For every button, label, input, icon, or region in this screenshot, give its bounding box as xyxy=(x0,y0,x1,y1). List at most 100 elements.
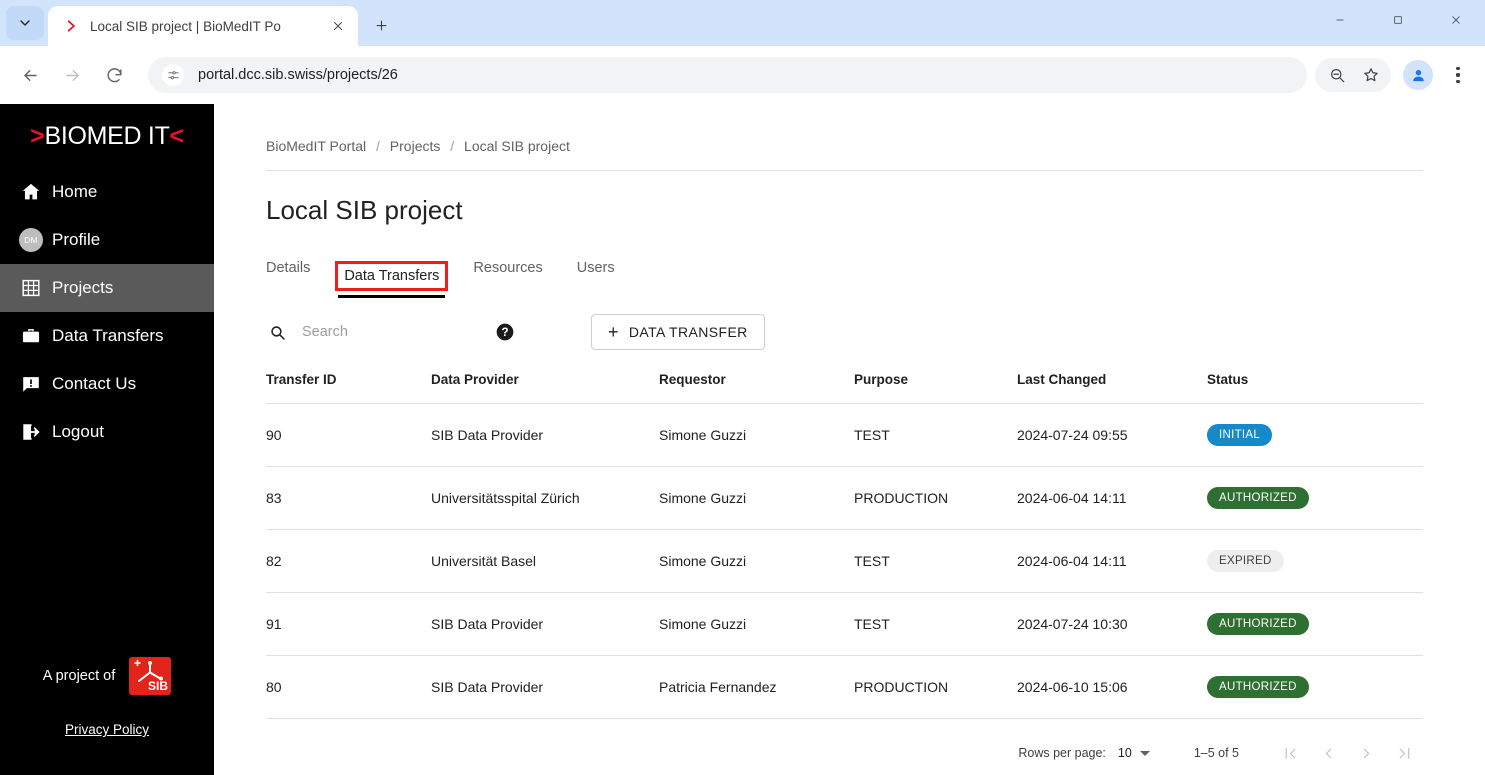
table-row[interactable]: 82 Universität Basel Simone Guzzi TEST 2… xyxy=(266,529,1423,593)
tab-data-transfers[interactable]: Data Transfers xyxy=(335,261,449,298)
breadcrumb-separator: / xyxy=(450,138,455,154)
logo-left-chevron: > xyxy=(30,121,45,150)
add-data-transfer-button[interactable]: + DATA TRANSFER xyxy=(591,314,765,350)
home-icon xyxy=(10,181,52,203)
first-page-button[interactable] xyxy=(1271,736,1309,770)
previous-page-button[interactable] xyxy=(1309,736,1347,770)
status-badge: AUTHORIZED xyxy=(1207,613,1309,635)
project-of-label: A project of xyxy=(42,668,116,684)
sidebar-label-contact-transfers: Data Transfers xyxy=(52,326,164,345)
cell-last-changed: 2024-06-04 14:11 xyxy=(1017,529,1207,593)
column-header-data-provider[interactable]: Data Provider xyxy=(431,366,659,404)
arrow-left-icon xyxy=(23,69,37,81)
maximize-button[interactable] xyxy=(1369,0,1427,40)
column-header-purpose[interactable]: Purpose xyxy=(854,366,1017,404)
table-header-row: Transfer ID Data Provider Requestor Purp… xyxy=(266,366,1423,404)
breadcrumb: BioMedIT Portal / Projects / Local SIB p… xyxy=(266,138,1423,171)
cell-requestor: Simone Guzzi xyxy=(659,592,854,656)
sidebar-item-projects[interactable]: Projects xyxy=(0,264,214,312)
tab-search-button[interactable] xyxy=(6,6,44,40)
person-icon xyxy=(1412,69,1424,81)
table-row[interactable]: 90 SIB Data Provider Simone Guzzi TEST 2… xyxy=(266,403,1423,467)
maximize-icon xyxy=(1394,16,1402,24)
breadcrumb-item-projects[interactable]: Projects xyxy=(390,138,441,154)
biomedit-logo: >BIOMED IT< xyxy=(0,104,214,168)
forward-button[interactable] xyxy=(54,57,90,93)
profile-avatar[interactable] xyxy=(1403,60,1433,90)
cell-last-changed: 2024-06-04 14:11 xyxy=(1017,466,1207,530)
chevron-down-icon xyxy=(1139,750,1150,756)
search-box[interactable] xyxy=(266,321,481,343)
tab-users[interactable]: Users xyxy=(577,256,615,288)
kebab-dot xyxy=(1456,73,1460,77)
close-tab-icon[interactable] xyxy=(326,14,350,38)
arrow-right-icon xyxy=(65,69,79,81)
rows-per-page-value: 10 xyxy=(1117,746,1132,760)
rows-per-page-select[interactable]: 10 xyxy=(1118,746,1150,760)
new-tab-button[interactable] xyxy=(364,8,398,42)
sib-logo: SIB xyxy=(129,657,172,695)
status-badge: INITIAL xyxy=(1207,424,1273,446)
minimize-button[interactable] xyxy=(1311,0,1369,40)
site-settings-icon[interactable] xyxy=(162,64,184,86)
sidebar-item-home[interactable]: Home xyxy=(0,168,214,216)
omnibox-actions xyxy=(1315,58,1391,92)
column-header-requestor[interactable]: Requestor xyxy=(659,366,854,404)
table-row[interactable]: 91 SIB Data Provider Simone Guzzi TEST 2… xyxy=(266,592,1423,656)
cell-status: AUTHORIZED xyxy=(1207,592,1423,656)
avatar-initials-icon: DM xyxy=(10,228,52,252)
back-button[interactable] xyxy=(12,57,48,93)
table-row[interactable]: 80 SIB Data Provider Patricia Fernandez … xyxy=(266,655,1423,719)
sidebar-item-profile[interactable]: DM Profile xyxy=(0,216,214,264)
column-header-status[interactable]: Status xyxy=(1207,366,1423,404)
privacy-policy-link[interactable]: Privacy Policy xyxy=(65,722,149,737)
logo-text: BIOMED IT xyxy=(44,121,170,150)
sidebar-item-logout[interactable]: Logout xyxy=(0,408,214,456)
cell-purpose: PRODUCTION xyxy=(854,466,1017,530)
last-page-icon xyxy=(1399,747,1409,759)
sidebar-label-contact-us: Contact Us xyxy=(52,374,137,393)
close-window-button[interactable] xyxy=(1427,0,1485,40)
tab-resources[interactable]: Resources xyxy=(473,256,542,288)
cell-last-changed: 2024-07-24 09:55 xyxy=(1017,403,1207,467)
kebab-dot xyxy=(1456,79,1460,83)
pagination-buttons xyxy=(1271,736,1423,770)
cell-purpose: TEST xyxy=(854,592,1017,656)
tab-title: Local SIB project | BioMedIT Po xyxy=(90,18,281,34)
help-circle-icon[interactable]: ? xyxy=(495,322,515,342)
search-input[interactable] xyxy=(302,324,462,340)
sidebar-label-projects: Projects xyxy=(52,278,114,297)
sidebar-label-logout: Logout xyxy=(52,422,104,441)
table-row[interactable]: 83 Universitätsspital Zürich Simone Guzz… xyxy=(266,466,1423,530)
last-page-button[interactable] xyxy=(1385,736,1423,770)
reload-button[interactable] xyxy=(96,57,132,93)
tab-details[interactable]: Details xyxy=(266,256,310,288)
sidebar-item-data-transfers[interactable]: Data Transfers xyxy=(0,312,214,360)
window-controls xyxy=(1311,0,1485,40)
svg-text:SIB: SIB xyxy=(148,679,168,693)
browser-tab[interactable]: Local SIB project | BioMedIT Po xyxy=(48,6,358,46)
sidebar-label-profile: Profile xyxy=(52,230,101,249)
first-page-icon xyxy=(1285,747,1295,759)
bookmark-star-icon[interactable] xyxy=(1355,59,1387,91)
next-page-button[interactable] xyxy=(1347,736,1385,770)
page-body: >BIOMED IT< Home DM Profile Projects Dat… xyxy=(0,104,1485,775)
rows-per-page-label: Rows per page: xyxy=(1018,746,1106,760)
pagination: Rows per page: 10 1–5 of 5 xyxy=(266,731,1423,775)
breadcrumb-item-portal[interactable]: BioMedIT Portal xyxy=(266,138,366,154)
column-header-last-changed[interactable]: Last Changed xyxy=(1017,366,1207,404)
breadcrumb-item-current: Local SIB project xyxy=(464,138,570,154)
cell-transfer-id: 83 xyxy=(266,466,431,530)
data-transfers-table: Transfer ID Data Provider Requestor Purp… xyxy=(266,366,1423,719)
logout-icon xyxy=(10,421,52,443)
column-header-transfer-id[interactable]: Transfer ID xyxy=(266,366,431,404)
sidebar-item-contact-us[interactable]: Contact Us xyxy=(0,360,214,408)
browser-menu-button[interactable] xyxy=(1443,59,1473,91)
project-tabs: Details Data Transfers Resources Users xyxy=(266,248,1423,298)
address-bar[interactable]: portal.dcc.sib.swiss/projects/26 xyxy=(148,57,1307,93)
table-body: 90 SIB Data Provider Simone Guzzi TEST 2… xyxy=(266,403,1423,719)
zoom-out-icon[interactable] xyxy=(1321,59,1353,91)
search-icon xyxy=(266,321,288,343)
sidebar-nav: Home DM Profile Projects Data Transfers … xyxy=(0,168,214,456)
plus-icon: + xyxy=(608,322,619,342)
